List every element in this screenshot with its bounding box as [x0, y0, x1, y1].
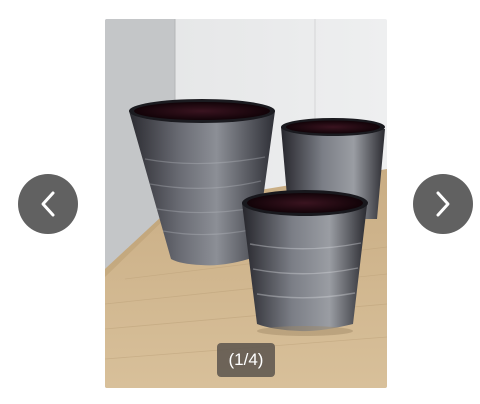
chevron-right-icon: [434, 190, 452, 218]
product-photo[interactable]: [105, 19, 387, 388]
next-image-button[interactable]: [413, 174, 473, 234]
image-counter-badge: (1/4): [217, 343, 275, 377]
chevron-left-icon: [39, 190, 57, 218]
vases-photo-drawing: [105, 19, 387, 388]
previous-image-button[interactable]: [18, 174, 78, 234]
image-gallery-viewer: (1/4): [0, 0, 480, 404]
